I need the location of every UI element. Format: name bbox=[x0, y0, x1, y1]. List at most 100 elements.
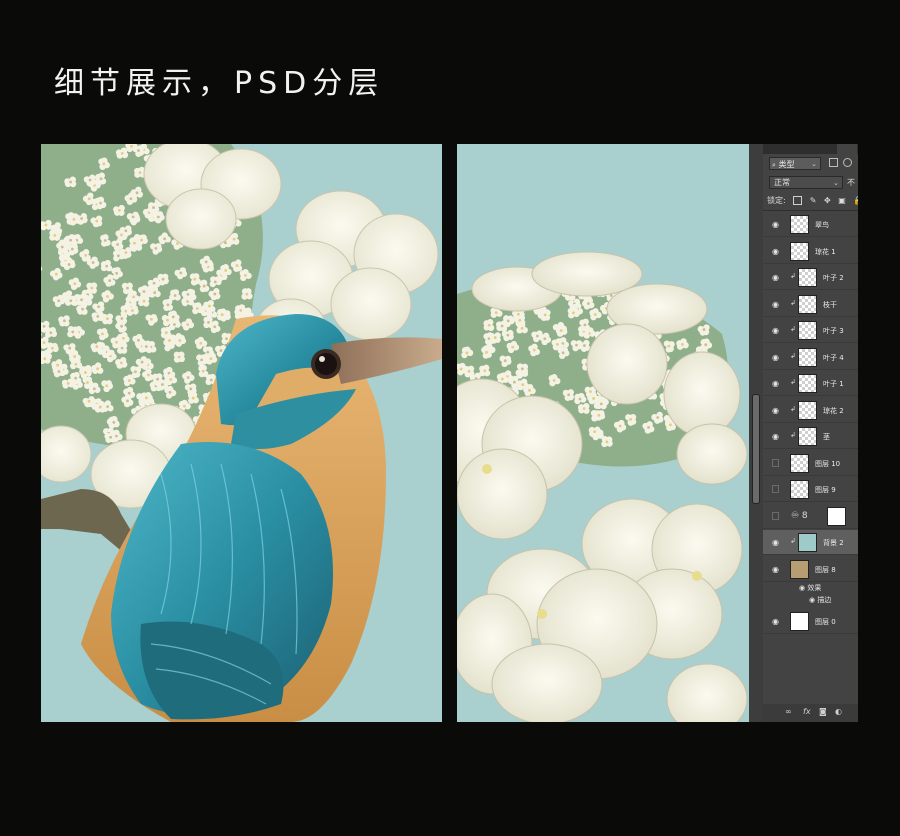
visibility-eye-icon[interactable]: ◉ bbox=[771, 300, 780, 309]
layer-thumbnail[interactable] bbox=[790, 612, 809, 631]
filter-type-select[interactable]: ⌕ 类型 ⌄ bbox=[769, 157, 821, 170]
layer-row[interactable]: ◉ 翠鸟 bbox=[763, 212, 858, 237]
floret bbox=[235, 304, 247, 317]
kingfisher-artwork-panel bbox=[41, 144, 442, 722]
clipping-mask-icon: ↲ bbox=[790, 325, 796, 333]
lock-label: 锁定: bbox=[767, 196, 786, 205]
floret bbox=[147, 202, 160, 214]
clipping-mask-icon: ↲ bbox=[790, 537, 796, 545]
effects-row[interactable]: ◉ 效果 bbox=[799, 583, 821, 593]
floret bbox=[479, 364, 491, 377]
layer-thumbnail[interactable] bbox=[790, 241, 809, 261]
floret bbox=[173, 351, 185, 363]
lock-position-icon[interactable]: ✥ bbox=[824, 196, 831, 205]
visibility-eye-icon[interactable]: ◉ bbox=[771, 379, 780, 388]
layer-name[interactable]: 琼花 2 bbox=[823, 406, 844, 416]
layer-name[interactable]: 叶子 1 bbox=[823, 379, 844, 389]
layer-mask-thumbnail[interactable] bbox=[827, 506, 846, 526]
stroke-effect-row[interactable]: ◉ 描边 bbox=[809, 595, 831, 605]
floret bbox=[551, 338, 564, 351]
layer-name[interactable]: 图层 0 bbox=[815, 617, 836, 627]
visibility-eye-icon[interactable]: ◉ bbox=[771, 247, 780, 256]
layer-row[interactable]: 图层 9 bbox=[763, 477, 858, 502]
visibility-eye-icon[interactable]: ◉ bbox=[771, 432, 780, 441]
layer-row[interactable]: ◉ ↲ 叶子 1 bbox=[763, 371, 858, 396]
layer-thumbnail[interactable] bbox=[790, 215, 809, 234]
fx-icon[interactable]: fx bbox=[803, 707, 811, 716]
layer-name[interactable]: 琼花 1 bbox=[815, 247, 836, 257]
visibility-eye-icon[interactable]: ◉ bbox=[771, 220, 780, 229]
layer-row[interactable]: ◉ 图层 8 bbox=[763, 557, 858, 582]
chevron-down-icon: ⌄ bbox=[833, 179, 839, 187]
layer-name[interactable]: 叶子 4 bbox=[823, 353, 844, 363]
visibility-toggle-off[interactable] bbox=[772, 485, 779, 493]
layer-row[interactable]: ◉ ↲ 叶子 3 bbox=[763, 318, 858, 343]
layer-name[interactable]: 背景 2 bbox=[823, 538, 844, 548]
lock-all-icon[interactable]: 🔒 bbox=[853, 196, 858, 205]
lock-image-icon[interactable]: ✎ bbox=[810, 196, 817, 205]
layer-thumbnail[interactable] bbox=[798, 374, 817, 393]
layer-row[interactable]: ◉ ↲ 叶子 4 bbox=[763, 345, 858, 370]
layer-row[interactable]: ◉ ↲ 叶子 2 bbox=[763, 265, 858, 290]
blend-mode-select[interactable]: 正常 ⌄ bbox=[769, 176, 843, 189]
mask-icon[interactable]: ◙ bbox=[819, 707, 827, 716]
visibility-toggle-off[interactable] bbox=[772, 458, 779, 467]
tab-layers[interactable] bbox=[837, 144, 857, 154]
visibility-eye-icon[interactable]: ◉ bbox=[771, 273, 780, 282]
visibility-toggle-off[interactable] bbox=[772, 511, 779, 520]
layer-thumbnail[interactable] bbox=[790, 559, 809, 579]
layer-thumbnail[interactable] bbox=[798, 533, 817, 552]
filter-adjustment-icon[interactable] bbox=[843, 158, 852, 167]
layer-row[interactable]: ♾ 8 bbox=[763, 504, 858, 529]
clipping-mask-icon: ↲ bbox=[790, 431, 796, 439]
clipping-mask-icon: ↲ bbox=[790, 351, 796, 360]
tab-paths[interactable] bbox=[801, 144, 831, 154]
link-icon[interactable]: ∞ bbox=[785, 707, 792, 716]
layer-name[interactable]: 图层 8 bbox=[815, 565, 836, 575]
layer-name[interactable]: 图层 9 bbox=[815, 485, 836, 495]
visibility-eye-icon[interactable]: ◉ bbox=[771, 326, 780, 335]
effects-label: 效果 bbox=[807, 583, 822, 592]
adjustment-layer-icon[interactable]: ◐ bbox=[835, 707, 842, 716]
layer-row[interactable]: 图层 10 bbox=[763, 451, 858, 476]
visibility-eye-icon[interactable]: ◉ bbox=[771, 353, 780, 362]
floret bbox=[577, 402, 590, 414]
layer-row[interactable]: ◉ ↲ 琼花 2 bbox=[763, 398, 858, 423]
tab-channels[interactable] bbox=[767, 144, 797, 154]
layer-row[interactable]: ◉ ↲ 茎 bbox=[763, 424, 858, 449]
layer-thumbnail[interactable] bbox=[790, 453, 809, 473]
layer-thumbnail[interactable] bbox=[798, 400, 817, 420]
opacity-label: 不 bbox=[847, 178, 855, 187]
layer-row[interactable]: ◉ 图层 0 bbox=[763, 609, 858, 634]
blend-mode-label: 正常 bbox=[774, 178, 790, 187]
layer-name[interactable]: 图层 10 bbox=[815, 459, 840, 469]
scrollbar-thumb[interactable] bbox=[752, 394, 760, 504]
visibility-eye-icon[interactable]: ◉ bbox=[771, 406, 780, 415]
hydrangea-illustration bbox=[457, 144, 749, 722]
layer-row[interactable]: ◉ ↲ 背景 2 bbox=[763, 530, 858, 555]
search-icon: ⌕ bbox=[772, 161, 776, 169]
layer-row[interactable]: ◉ ↲ 枝干 bbox=[763, 292, 858, 317]
floret bbox=[463, 365, 475, 378]
canvas-scrollbar[interactable] bbox=[749, 144, 763, 722]
filter-pixel-icon[interactable] bbox=[829, 158, 838, 167]
layer-name[interactable]: 翠鸟 bbox=[815, 220, 829, 230]
layer-name[interactable]: 茎 bbox=[823, 432, 830, 442]
lock-transparent-icon[interactable] bbox=[793, 196, 803, 205]
layer-thumbnail[interactable] bbox=[798, 321, 817, 340]
layer-thumbnail[interactable] bbox=[798, 294, 817, 314]
layer-thumbnail[interactable] bbox=[790, 480, 809, 499]
layer-thumbnail[interactable] bbox=[798, 268, 817, 287]
stroke-effect-label: 描边 bbox=[817, 595, 832, 604]
floret bbox=[593, 410, 606, 421]
visibility-eye-icon[interactable]: ◉ bbox=[771, 538, 780, 547]
layer-name[interactable]: 枝干 bbox=[823, 300, 837, 310]
layer-thumbnail[interactable] bbox=[798, 347, 817, 367]
layer-name[interactable]: 叶子 2 bbox=[823, 273, 844, 283]
layer-row[interactable]: ◉ 琼花 1 bbox=[763, 239, 858, 264]
lock-artboard-icon[interactable]: ▣ bbox=[838, 196, 846, 205]
visibility-eye-icon[interactable]: ◉ bbox=[771, 617, 780, 626]
visibility-eye-icon[interactable]: ◉ bbox=[771, 565, 780, 574]
layer-thumbnail[interactable] bbox=[798, 427, 817, 446]
layer-name[interactable]: 叶子 3 bbox=[823, 326, 844, 336]
